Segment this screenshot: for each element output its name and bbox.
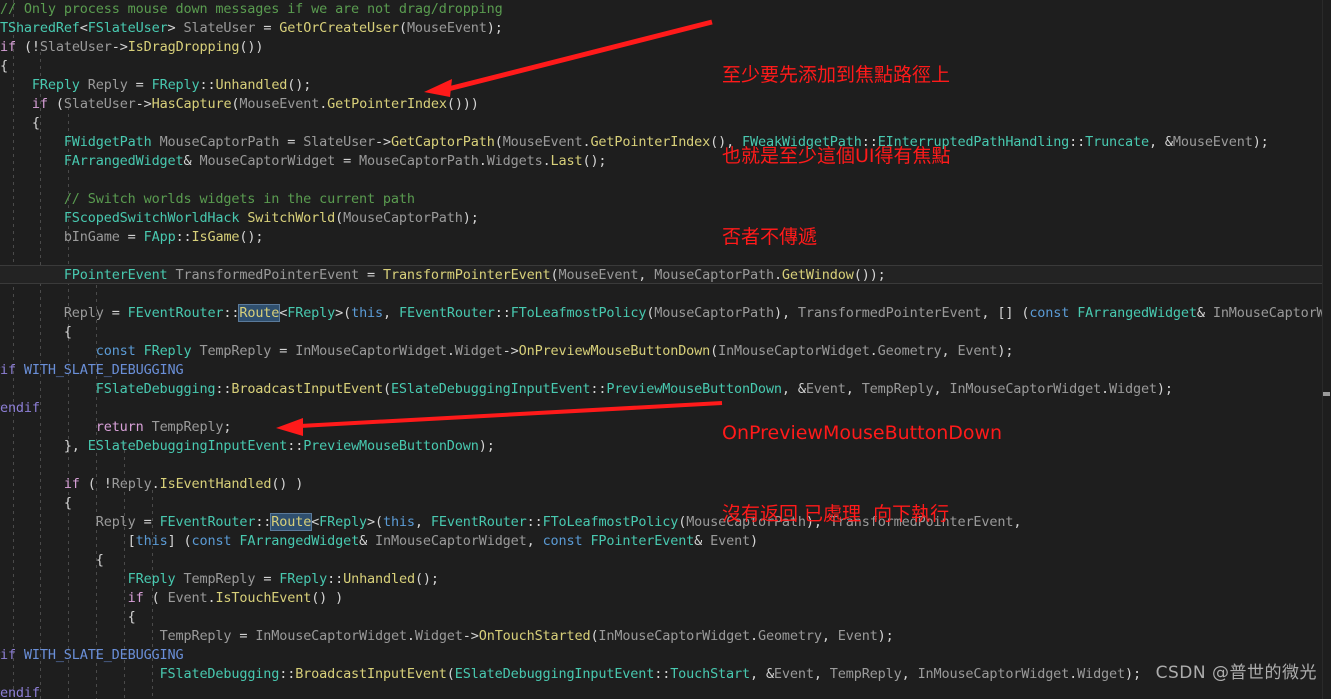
code-line[interactable]: #endif [0, 684, 1331, 699]
vertical-scrollbar[interactable] [1322, 0, 1331, 699]
code-editor-window: // Only process mouse down messages if w… [0, 0, 1331, 699]
code-line[interactable]: if (SlateUser->HasCapture(MouseEvent.Get… [0, 95, 1331, 114]
code-line[interactable]: FSlateDebugging::BroadcastInputEvent(ESl… [0, 665, 1331, 684]
annotation-line: 至少要先添加到焦點路徑上 [722, 64, 951, 86]
code-line[interactable] [0, 456, 1331, 475]
code-line[interactable]: #if WITH_SLATE_DEBUGGING [0, 361, 1331, 380]
code-line[interactable]: FReply Reply = FReply::Unhandled(); [0, 76, 1331, 95]
code-line[interactable]: // Switch worlds widgets in the current … [0, 190, 1331, 209]
annotation-line: 也就是至少這個UI得有焦點 [722, 145, 951, 167]
annotation-line: 沒有返回 已處理 向下執行 [722, 503, 950, 525]
code-line[interactable]: // Only process mouse down messages if w… [0, 0, 1331, 19]
code-line[interactable]: if ( Event.IsTouchEvent() ) [0, 589, 1331, 608]
code-line[interactable]: FArrangedWidget& MouseCaptorWidget = Mou… [0, 152, 1331, 171]
code-line[interactable]: return TempReply; [0, 418, 1331, 437]
code-line[interactable] [0, 285, 1331, 304]
code-line[interactable]: if (!SlateUser->IsDragDropping()) [0, 38, 1331, 57]
annotation-focus-path: 至少要先添加到焦點路徑上 也就是至少這個UI得有焦點 否者不傳遞 [722, 8, 951, 305]
code-line[interactable]: FReply TempReply = FReply::Unhandled(); [0, 570, 1331, 589]
annotation-preview-mouse-button-down: OnPreviewMouseButtonDown 沒有返回 已處理 向下執行 [722, 366, 1002, 582]
code-line[interactable]: }, ESlateDebuggingInputEvent::PreviewMou… [0, 437, 1331, 456]
code-line[interactable]: { [0, 57, 1331, 76]
code-line[interactable] [0, 247, 1331, 266]
code-line[interactable]: if ( !Reply.IsEventHandled() ) [0, 475, 1331, 494]
code-line[interactable]: { [0, 114, 1331, 133]
scrollbar-marker[interactable] [1323, 392, 1330, 396]
code-line[interactable]: #endif [0, 399, 1331, 418]
annotation-line: 否者不傳遞 [722, 226, 818, 248]
code-line[interactable]: FScopedSwitchWorldHack SwitchWorld(Mouse… [0, 209, 1331, 228]
code-line[interactable]: const FReply TempReply = InMouseCaptorWi… [0, 342, 1331, 361]
code-line[interactable]: { [0, 323, 1331, 342]
code-line[interactable]: FSlateDebugging::BroadcastInputEvent(ESl… [0, 380, 1331, 399]
code-line[interactable]: { [0, 494, 1331, 513]
csdn-watermark: CSDN @普世的微光 [1155, 663, 1317, 683]
code-line[interactable]: TSharedRef<FSlateUser> SlateUser = GetOr… [0, 19, 1331, 38]
code-line[interactable]: { [0, 608, 1331, 627]
code-line[interactable]: Reply = FEventRouter::Route<FReply>(this… [0, 513, 1331, 532]
code-line[interactable]: TempReply = InMouseCaptorWidget.Widget->… [0, 627, 1331, 646]
annotation-line: OnPreviewMouseButtonDown [722, 422, 1003, 444]
code-line[interactable]: bInGame = FApp::IsGame(); [0, 228, 1331, 247]
code-line[interactable]: [this] (const FArrangedWidget& InMouseCa… [0, 532, 1331, 551]
code-line[interactable]: FWidgetPath MouseCaptorPath = SlateUser-… [0, 133, 1331, 152]
code-line[interactable]: FPointerEvent TransformedPointerEvent = … [0, 266, 1331, 285]
code-line[interactable]: { [0, 551, 1331, 570]
code-line[interactable]: Reply = FEventRouter::Route<FReply>(this… [0, 304, 1331, 323]
code-line[interactable] [0, 171, 1331, 190]
code-line[interactable]: #if WITH_SLATE_DEBUGGING [0, 646, 1331, 665]
